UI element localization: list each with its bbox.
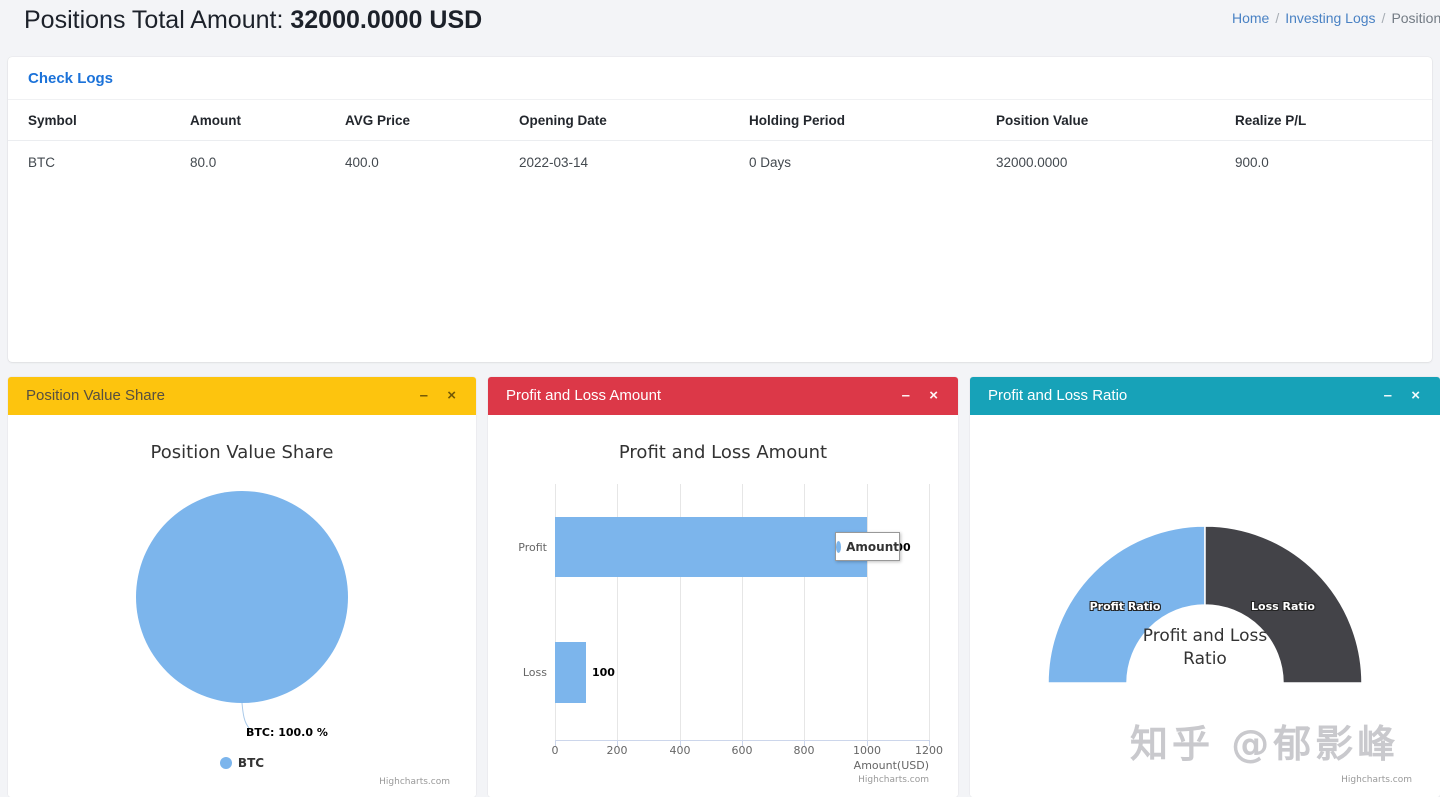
cell-realize-pl: 900.0 (1235, 155, 1269, 170)
highcharts-credit-link[interactable]: Highcharts.com (1341, 775, 1412, 785)
table-header-row: Symbol Amount AVG Price Opening Date Hol… (8, 100, 1432, 141)
col-symbol: Symbol (8, 100, 190, 141)
profit-loss-ratio-panel-header: Profit and Loss Ratio – × (970, 377, 1440, 415)
top-header: Positions Total Amount: 32000.0000 USD H… (0, 0, 1440, 50)
check-logs-card: Check Logs Symbol Amount AVG Price Openi… (8, 57, 1432, 362)
table-row: BTC 80.0 400.0 2022-03-14 0 Days 32000.0… (8, 141, 1432, 184)
col-holding-period: Holding Period (749, 100, 996, 141)
bar-data-label-loss: 100 (592, 666, 615, 679)
pie-chart: Position Value Share BTC: 100.0 % BTC Hi… (8, 415, 476, 797)
x-axis-title: Amount(USD) (853, 759, 929, 772)
x-tick-label: 800 (793, 744, 815, 757)
x-tick-label: 200 (606, 744, 628, 757)
gauge-center-title: Profit and Loss Ratio (1055, 625, 1355, 671)
col-amount: Amount (190, 100, 345, 141)
col-opening-date: Opening Date (519, 100, 749, 141)
gridline (867, 484, 868, 740)
gauge-center-title-line2: Ratio (1183, 649, 1227, 669)
page-title: Positions Total Amount: 32000.0000 USD (24, 6, 482, 35)
slice-label-loss-ratio: Loss Ratio (1251, 600, 1315, 613)
pie-legend-item[interactable]: BTC (8, 756, 476, 770)
bar-legend-item[interactable]: Amount (835, 532, 900, 561)
x-tick-label: 1200 (915, 744, 943, 757)
gauge-center-title-line1: Profit and Loss (1142, 626, 1268, 646)
minimize-icon[interactable]: – (420, 377, 428, 415)
profit-loss-ratio-panel: Profit and Loss Ratio – × Profit Ratio L… (970, 377, 1440, 797)
cell-holding-period: 0 Days (749, 155, 792, 170)
close-icon[interactable]: × (447, 377, 456, 415)
panel-title: Profit and Loss Amount (506, 387, 662, 404)
breadcrumb-separator: / (1381, 10, 1386, 26)
col-avg-price: AVG Price (345, 100, 519, 141)
legend-marker-icon (219, 757, 232, 769)
pie-label-connector (241, 702, 250, 729)
page-title-value: 32000.0000 USD (290, 6, 483, 34)
x-tick-label: 1000 (853, 744, 881, 757)
y-category-loss: Loss (522, 666, 547, 679)
legend-label: Amount (846, 539, 899, 554)
bar-chart: Profit and Loss Amount Profit Loss 0 200… (488, 415, 958, 797)
profit-loss-amount-panel-header: Profit and Loss Amount – × (488, 377, 958, 415)
position-value-share-panel-header: Position Value Share – × (8, 377, 476, 415)
positions-table: Symbol Amount AVG Price Opening Date Hol… (8, 100, 1432, 183)
y-category-profit: Profit (518, 541, 547, 554)
semi-donut-chart: Profit Ratio Loss Ratio Profit and Loss … (970, 415, 1440, 797)
x-tick-label: 400 (669, 744, 691, 757)
close-icon[interactable]: × (1411, 377, 1420, 415)
breadcrumb-current: Position (1391, 10, 1440, 26)
breadcrumb-home-link[interactable]: Home (1232, 10, 1269, 26)
breadcrumb: Home / Investing Logs / Position (1232, 10, 1440, 26)
bar-loss[interactable] (555, 642, 586, 703)
minimize-icon[interactable]: – (902, 377, 910, 415)
panel-title: Profit and Loss Ratio (988, 387, 1128, 404)
col-position-value: Position Value (996, 100, 1235, 141)
zhihu-watermark: 知乎 @郁影峰 (1130, 722, 1400, 766)
cell-position-value: 32000.0000 (996, 155, 1068, 170)
cell-avg-price: 400.0 (345, 155, 379, 170)
page-title-label: Positions Total Amount: (24, 6, 284, 34)
cell-amount: 80.0 (190, 155, 217, 170)
breadcrumb-separator: / (1275, 10, 1280, 26)
x-tick-label: 600 (731, 744, 753, 757)
x-tick-label: 0 (551, 744, 559, 757)
panel-title: Position Value Share (26, 387, 165, 404)
breadcrumb-investing-logs-link[interactable]: Investing Logs (1285, 10, 1375, 26)
highcharts-credit-link[interactable]: Highcharts.com (379, 777, 450, 787)
col-realize-pl: Realize P/L (1235, 100, 1432, 141)
legend-label: BTC (237, 756, 265, 770)
pie-data-label: BTC: 100.0 % (246, 726, 328, 739)
minimize-icon[interactable]: – (1384, 377, 1392, 415)
close-icon[interactable]: × (929, 377, 938, 415)
bar-chart-title: Profit and Loss Amount (618, 442, 828, 463)
cell-symbol: BTC (28, 155, 55, 170)
bar-profit[interactable] (555, 517, 867, 577)
cell-opening-date: 2022-03-14 (519, 155, 589, 170)
profit-loss-amount-panel: Profit and Loss Amount – × Profit and Lo… (488, 377, 958, 797)
legend-marker-icon (836, 540, 842, 553)
gridline (929, 484, 930, 740)
position-value-share-panel: Position Value Share – × Position Value … (8, 377, 476, 797)
check-logs-link[interactable]: Check Logs (8, 57, 1432, 100)
slice-label-profit-ratio: Profit Ratio (1089, 600, 1161, 613)
highcharts-credit-link[interactable]: Highcharts.com (858, 775, 929, 785)
